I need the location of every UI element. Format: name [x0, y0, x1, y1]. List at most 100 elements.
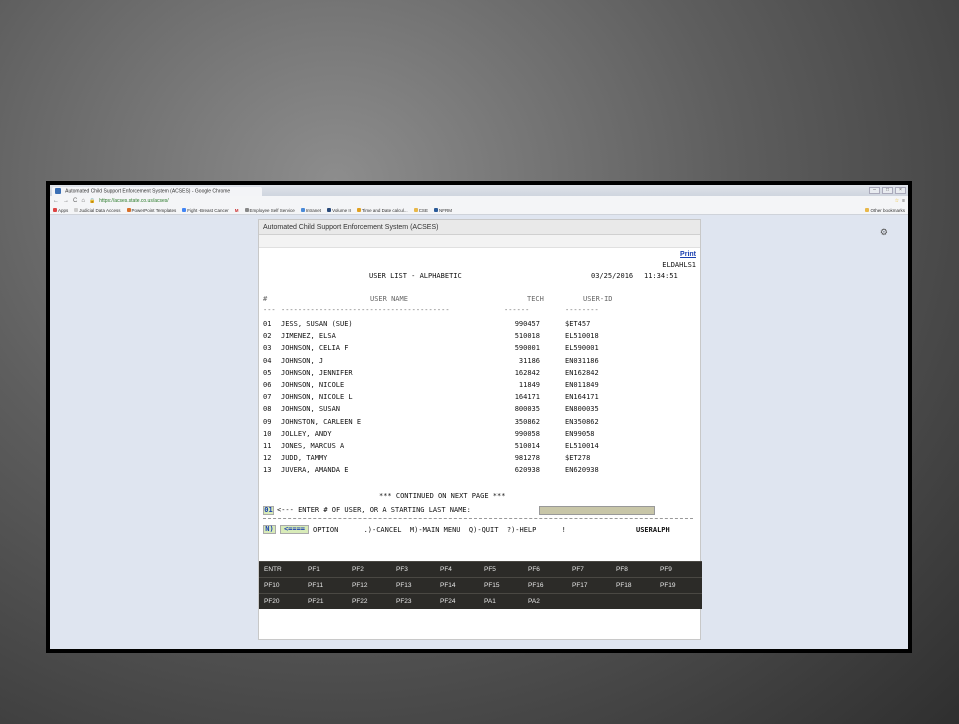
checkbox-icon	[244, 208, 249, 213]
print-link[interactable]: Print	[680, 251, 696, 258]
url-field[interactable]: https://acses.state.co.us/acses/	[99, 198, 168, 204]
user-id: EN164171	[565, 393, 599, 402]
user-id: EN800035	[565, 405, 599, 414]
tech-number: 162842	[514, 368, 540, 377]
pfkey-button[interactable]: PF1	[303, 562, 347, 577]
tech-number: 510014	[514, 442, 540, 450]
pfkey-button[interactable]: PF21	[303, 594, 347, 609]
pfkey-button[interactable]: PA2	[523, 594, 567, 609]
separator-line	[263, 518, 693, 519]
pfkey-row: PF10 PF11 PF12 PF13 PF14 PF15 PF16 PF17 PF18 PF19	[259, 577, 702, 593]
tech-number: 164171	[514, 393, 540, 402]
user-id: $ET278	[565, 454, 591, 463]
maximize-icon[interactable]: □	[882, 187, 893, 194]
pfkey-button[interactable]: PF7	[567, 562, 611, 577]
pfkey-button[interactable]: PF8	[611, 562, 655, 577]
google-icon	[182, 208, 187, 213]
bookmark-item[interactable]: M	[235, 208, 239, 213]
pfkey-button[interactable]: PF13	[391, 578, 435, 593]
pfkey-button[interactable]: PF12	[347, 578, 391, 593]
col-uid-underline: --------	[565, 306, 599, 314]
close-icon[interactable]: ×	[895, 187, 906, 194]
pfkey-button[interactable]: ENTR	[259, 562, 303, 577]
option-input[interactable]: N)	[263, 525, 276, 534]
row-number: 02	[263, 332, 272, 341]
program-name: USERALPH	[636, 526, 670, 534]
bookmark-item[interactable]: NFRM	[433, 208, 452, 213]
bookmark-item[interactable]: Fight -Breast Cancer	[182, 208, 229, 213]
forward-icon[interactable]: →	[63, 198, 69, 204]
screen-id: ELDAHLS1	[662, 261, 696, 269]
pfkey-button[interactable]: PA1	[479, 594, 523, 609]
row-number: 10	[263, 429, 272, 438]
powerpoint-icon	[126, 208, 131, 213]
pfkey-button[interactable]: PF4	[435, 562, 479, 577]
pfkey-button[interactable]: PF10	[259, 578, 303, 593]
minimize-icon[interactable]: –	[869, 187, 880, 194]
menu-icon[interactable]: ≡	[902, 198, 905, 204]
pfkey-button[interactable]: PF16	[523, 578, 567, 593]
entry-prompt: <--- ENTER # OF USER, OR A STARTING LAST…	[277, 506, 471, 514]
user-number-input[interactable]: 01	[263, 506, 274, 515]
pfkey-button[interactable]: PF11	[303, 578, 347, 593]
bookmark-item[interactable]: PowerPoint Templates	[126, 208, 176, 213]
bookmark-apps[interactable]: Apps	[53, 208, 68, 213]
user-row: 12 JUDD, TAMMY 981278 $ET278	[263, 454, 683, 465]
back-icon[interactable]: ←	[53, 198, 59, 204]
pfkey-button[interactable]: PF19	[655, 578, 699, 593]
user-row: 02 JIMENEZ, ELSA 510018 EL510018	[263, 332, 683, 343]
user-row: 01 JESS, SUSAN (SUE) 990457 $ET457	[263, 320, 683, 331]
user-name: JUDD, TAMMY	[281, 454, 328, 463]
gear-icon[interactable]: ⚙	[880, 227, 888, 238]
pfkey-button[interactable]: PF20	[259, 594, 303, 609]
page-icon	[74, 208, 79, 213]
user-name: JONES, MARCUS A	[281, 442, 345, 450]
bookmark-item[interactable]: Intranet	[300, 208, 321, 213]
pfkey-button[interactable]: PF2	[347, 562, 391, 577]
bookmark-item[interactable]: Employee Self Service	[244, 208, 295, 213]
folder-icon	[865, 208, 870, 213]
pfkey-button[interactable]: PF14	[435, 578, 479, 593]
pfkey-button[interactable]: PF22	[347, 594, 391, 609]
intranet-icon	[300, 208, 305, 213]
pfkey-button[interactable]: PF17	[567, 578, 611, 593]
pfkey-button[interactable]: PF5	[479, 562, 523, 577]
user-row: 11 JONES, MARCUS A 510014 EL510014	[263, 442, 683, 453]
pfkey-button[interactable]: PF23	[391, 594, 435, 609]
tech-number: 981278	[514, 454, 540, 463]
bookmark-item[interactable]: Volume II	[327, 208, 351, 213]
col-name-underline: ----------------------------------------	[281, 306, 450, 314]
other-bookmarks[interactable]: Other bookmarks	[865, 208, 908, 213]
last-name-input[interactable]	[539, 506, 655, 515]
reload-icon[interactable]: C	[73, 198, 77, 204]
tech-number: 510018	[514, 332, 540, 341]
row-number: 05	[263, 368, 272, 377]
pfkey-button[interactable]: PF3	[391, 562, 435, 577]
user-name: JESS, SUSAN (SUE)	[281, 320, 353, 328]
pfkey-button[interactable]: PF18	[611, 578, 655, 593]
pfkey-button[interactable]: PF15	[479, 578, 523, 593]
pfkey-button[interactable]: PF9	[655, 562, 699, 577]
bookmark-item[interactable]: CSE	[413, 208, 428, 213]
bookmark-item[interactable]: Judicial Data Access	[74, 208, 121, 213]
bookmark-item[interactable]: Time and Date calcul...	[356, 208, 408, 213]
browser-tab[interactable]: Automated Child Support Enforcement Syst…	[52, 187, 262, 196]
pfkey-button[interactable]: PF6	[523, 562, 567, 577]
user-row: 03 JOHNSON, CELIA F 590001 EL590001	[263, 344, 683, 355]
row-number: 11	[263, 442, 272, 450]
bookmarks-bar: Apps Judicial Data Access PowerPoint Tem…	[50, 206, 908, 215]
user-name: JOLLEY, ANDY	[281, 429, 332, 438]
user-name: JOHNSON, NICOLE L	[281, 393, 353, 402]
continued-notice: *** CONTINUED ON NEXT PAGE ***	[379, 492, 506, 500]
address-bar: ← → C ⌂ 🔒 https://acses.state.co.us/acse…	[50, 196, 908, 206]
tech-number: 990457	[514, 320, 540, 328]
user-name: JOHNSTON, CARLEEN E	[281, 417, 362, 426]
star-icon[interactable]: ☆	[895, 198, 899, 204]
col-name-header: USER NAME	[370, 295, 408, 303]
home-icon[interactable]: ⌂	[81, 198, 85, 204]
folder-icon	[413, 208, 418, 213]
function-keys: ENTR PF1 PF2 PF3 PF4 PF5 PF6 PF7 PF8 PF9 PF10 PF11 P…	[259, 561, 702, 609]
pfkey-button[interactable]: PF24	[435, 594, 479, 609]
col-tech-underline: ------	[504, 306, 530, 314]
row-number: 09	[263, 417, 272, 426]
